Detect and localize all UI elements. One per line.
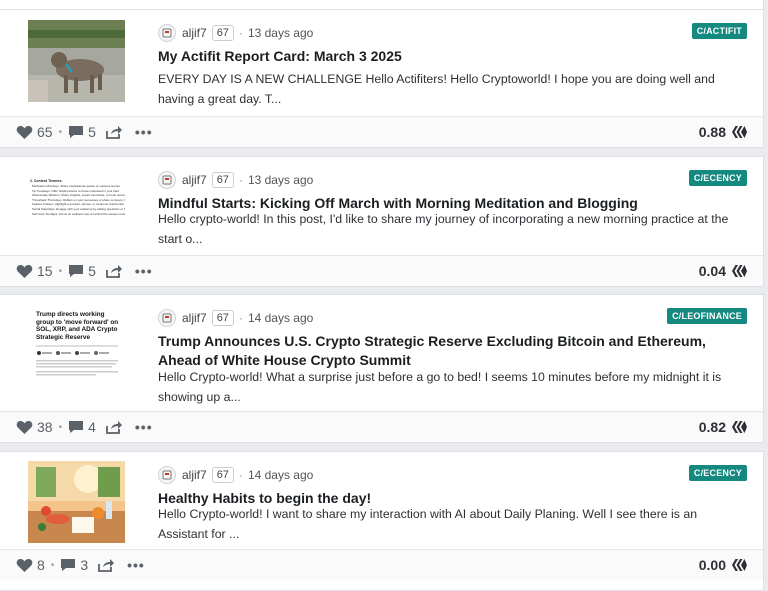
post-summary[interactable]: Hello crypto-world! In this post, I'd li… xyxy=(158,209,748,249)
post-summary[interactable]: Hello Crypto-world! What a surprise just… xyxy=(158,367,748,407)
more-options-button[interactable]: ••• xyxy=(135,419,153,435)
separator-dot: • xyxy=(58,265,63,277)
community-tag[interactable]: C/ECENCY xyxy=(688,465,747,481)
separator-dot: • xyxy=(58,126,63,138)
comment-icon xyxy=(69,126,84,138)
post-thumbnail[interactable] xyxy=(28,461,125,543)
post-time[interactable]: 13 days ago xyxy=(248,173,313,187)
author-name[interactable]: aljif7 xyxy=(182,468,207,482)
author-name[interactable]: aljif7 xyxy=(182,173,207,187)
vote-button[interactable]: 65 xyxy=(16,124,53,140)
share-button[interactable] xyxy=(105,125,123,139)
payout-amount: 0.04 xyxy=(698,263,726,279)
heart-icon xyxy=(16,420,33,434)
hive-icon xyxy=(732,264,747,278)
avatar-icon[interactable] xyxy=(158,309,176,327)
avatar-icon[interactable] xyxy=(158,24,176,42)
share-icon xyxy=(105,126,122,139)
post-card[interactable]: aljif7 67 · 13 days ago C/ACTIFIT My Act… xyxy=(0,9,764,148)
payout-value[interactable]: 0.04 xyxy=(699,256,747,286)
post-title[interactable]: Trump Announces U.S. Crypto Strategic Re… xyxy=(158,332,738,370)
reputation-badge: 67 xyxy=(211,25,234,41)
payout-amount: 0.00 xyxy=(698,557,726,573)
author-name[interactable]: aljif7 xyxy=(182,311,207,325)
post-thumbnail[interactable] xyxy=(28,20,125,102)
post-title[interactable]: My Actifit Report Card: March 3 2025 xyxy=(158,47,748,66)
thumbnail-line: Social Saturdays: Engage with your audie… xyxy=(32,206,125,211)
separator-dot: · xyxy=(238,26,243,40)
more-options-button[interactable]: ••• xyxy=(135,263,153,279)
community-tag[interactable]: C/ACTIFIT xyxy=(691,23,747,39)
vote-button[interactable]: 38 xyxy=(16,419,53,435)
reputation-badge: 67 xyxy=(211,310,234,326)
post-time[interactable]: 14 days ago xyxy=(248,311,313,325)
avatar-icon[interactable] xyxy=(158,466,176,484)
payout-amount: 0.88 xyxy=(698,124,726,140)
comment-count: 5 xyxy=(88,124,96,140)
post-thumbnail[interactable]: Trump directs working group to 'move for… xyxy=(28,309,125,395)
comment-button[interactable]: 5 xyxy=(68,263,96,279)
payout-amount: 0.82 xyxy=(698,419,726,435)
community-tag[interactable]: C/ECENCY xyxy=(688,170,747,186)
separator-dot: · xyxy=(238,173,243,187)
comment-count: 4 xyxy=(88,419,96,435)
vote-count: 38 xyxy=(37,419,53,435)
separator-dot: • xyxy=(58,421,63,433)
reputation-badge: 67 xyxy=(211,467,234,483)
share-icon xyxy=(105,265,122,278)
comment-icon xyxy=(69,265,84,277)
comment-count: 3 xyxy=(80,557,89,573)
separator-dot: • xyxy=(50,559,55,571)
thumbnail-line: Motivation Mondays: Share inspirational … xyxy=(32,184,120,188)
hive-icon xyxy=(732,420,747,434)
comment-button[interactable]: 3 xyxy=(60,557,88,573)
post-summary[interactable]: EVERY DAY IS A NEW CHALLENGE Hello Actif… xyxy=(158,69,748,109)
comment-count: 5 xyxy=(88,263,96,279)
separator-dot: · xyxy=(238,311,243,325)
vote-count: 8 xyxy=(37,557,45,573)
payout-value[interactable]: 0.82 xyxy=(699,412,747,442)
post-time[interactable]: 13 days ago xyxy=(248,26,313,40)
post-feed: aljif7 67 · 13 days ago C/ACTIFIT My Act… xyxy=(0,0,768,591)
payout-value[interactable]: 0.00 xyxy=(699,550,747,580)
share-icon xyxy=(98,559,115,572)
post-time[interactable]: 14 days ago xyxy=(248,468,313,482)
community-tag[interactable]: C/LEOFINANCE xyxy=(667,308,747,324)
vote-button[interactable]: 8 xyxy=(16,557,45,573)
comment-button[interactable]: 4 xyxy=(68,419,96,435)
thumbnail-headline: Trump directs working group to 'move for… xyxy=(36,311,119,341)
more-options-button[interactable]: ••• xyxy=(127,557,145,573)
heart-icon xyxy=(16,558,33,572)
vote-button[interactable]: 15 xyxy=(16,263,53,279)
hive-icon xyxy=(732,125,747,139)
post-card[interactable]: 2. Content Themes: Motivation Mondays: S… xyxy=(0,156,764,287)
vote-count: 15 xyxy=(37,263,53,279)
author-name[interactable]: aljif7 xyxy=(182,26,207,40)
post-card[interactable]: Trump directs working group to 'move for… xyxy=(0,294,764,443)
comment-icon xyxy=(69,421,84,433)
payout-value[interactable]: 0.88 xyxy=(699,117,747,147)
comment-icon xyxy=(61,559,76,571)
heart-icon xyxy=(16,264,33,278)
share-button[interactable] xyxy=(98,558,115,572)
avatar-icon[interactable] xyxy=(158,171,176,189)
post-card[interactable]: aljif7 67 · 14 days ago C/ECENCY Healthy… xyxy=(0,451,764,591)
share-button[interactable] xyxy=(105,264,123,278)
share-icon xyxy=(105,421,122,434)
post-thumbnail[interactable]: 2. Content Themes: Motivation Mondays: S… xyxy=(28,179,125,249)
reputation-badge: 67 xyxy=(211,172,234,188)
comment-button[interactable]: 5 xyxy=(68,124,96,140)
more-options-button[interactable]: ••• xyxy=(135,124,153,140)
heart-icon xyxy=(16,125,33,139)
hive-icon xyxy=(732,558,747,572)
vote-count: 65 xyxy=(37,124,53,140)
share-button[interactable] xyxy=(105,420,123,434)
post-summary[interactable]: Hello Crypto-world! I want to share my i… xyxy=(158,504,748,544)
thumbnail-line: Self-Care Sundays: Focus on wellness tip… xyxy=(32,211,125,216)
separator-dot: · xyxy=(238,468,243,482)
